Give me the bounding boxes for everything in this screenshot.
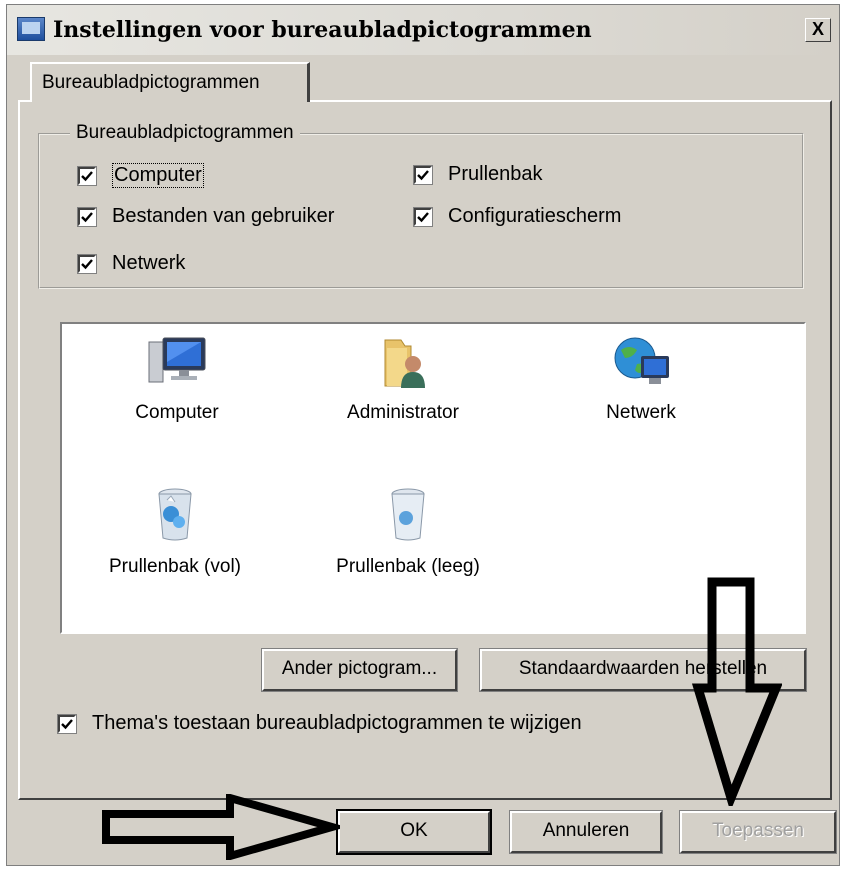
network-icon [614, 337, 669, 384]
checkmark-icon [81, 258, 93, 269]
checkmark-icon [417, 169, 429, 180]
ok-button[interactable]: OK [336, 809, 492, 855]
arrow-right-icon [102, 794, 340, 860]
apply-button[interactable]: Toepassen [679, 810, 837, 854]
checkbox-prullenbak[interactable]: Prullenbak [413, 163, 543, 186]
dialog-window-icon [17, 17, 45, 41]
checkbox-computer-label: Computer [112, 163, 204, 188]
checkmark-icon [81, 211, 93, 222]
checkmark-icon [417, 211, 429, 222]
preview-item-label: Administrator [347, 402, 459, 423]
checkbox-netwerk-label: Netwerk [112, 252, 186, 274]
checkbox-bestanden-van-gebruiker[interactable]: Bestanden van gebruiker [77, 205, 335, 228]
preview-item-label: Netwerk [606, 402, 676, 423]
checkbox-allow-themes[interactable]: Thema's toestaan bureaubladpictogrammen … [57, 712, 582, 735]
preview-item-prullenbak-leeg[interactable]: Prullenbak (leeg) [318, 484, 498, 578]
checkbox-configuratiescherm-box[interactable] [413, 206, 433, 227]
recycle-bin-full-icon [158, 488, 192, 541]
tab-label: Bureaubladpictogrammen [42, 72, 260, 93]
checkbox-netwerk-box[interactable] [77, 253, 97, 274]
preview-item-computer[interactable]: Computer [112, 334, 242, 424]
arrow-down-icon [692, 577, 782, 806]
preview-item-prullenbak-vol[interactable]: Prullenbak (vol) [90, 484, 260, 578]
change-icon-button[interactable]: Ander pictogram... [261, 648, 458, 692]
preview-item-netwerk[interactable]: Netwerk [576, 334, 706, 424]
checkmark-icon [61, 718, 73, 729]
cancel-button[interactable]: Annuleren [509, 810, 663, 854]
checkbox-allow-themes-label: Thema's toestaan bureaubladpictogrammen … [92, 712, 582, 734]
checkbox-prullenbak-box[interactable] [413, 164, 433, 185]
tab-bureaubladpictogrammen[interactable]: Bureaubladpictogrammen [30, 62, 310, 102]
groupbox-legend: Bureaubladpictogrammen [70, 122, 300, 144]
preview-item-label: Prullenbak (leeg) [336, 556, 480, 577]
checkmark-icon [81, 170, 93, 181]
checkbox-prullenbak-label: Prullenbak [448, 163, 543, 185]
checkbox-configuratiescherm-label: Configuratiescherm [448, 205, 622, 227]
checkbox-netwerk[interactable]: Netwerk [77, 252, 186, 275]
checkbox-computer[interactable]: Computer [77, 163, 204, 188]
close-button[interactable]: X [805, 18, 831, 42]
checkbox-bestanden-label: Bestanden van gebruiker [112, 205, 335, 227]
checkbox-allow-themes-box[interactable] [57, 713, 77, 734]
checkbox-computer-box[interactable] [77, 165, 97, 186]
checkbox-bestanden-box[interactable] [77, 206, 97, 227]
preview-item-administrator[interactable]: Administrator [338, 334, 468, 424]
checkbox-configuratiescherm[interactable]: Configuratiescherm [413, 205, 622, 228]
preview-item-label: Computer [135, 402, 219, 423]
computer-icon [148, 337, 206, 383]
user-folder-icon [384, 339, 425, 388]
dialog-title: Instellingen voor bureaubladpictogrammen [53, 17, 592, 43]
preview-item-label: Prullenbak (vol) [109, 556, 241, 577]
recycle-bin-empty-icon [391, 488, 425, 541]
title-bar[interactable]: Instellingen voor bureaubladpictogrammen… [7, 5, 839, 55]
